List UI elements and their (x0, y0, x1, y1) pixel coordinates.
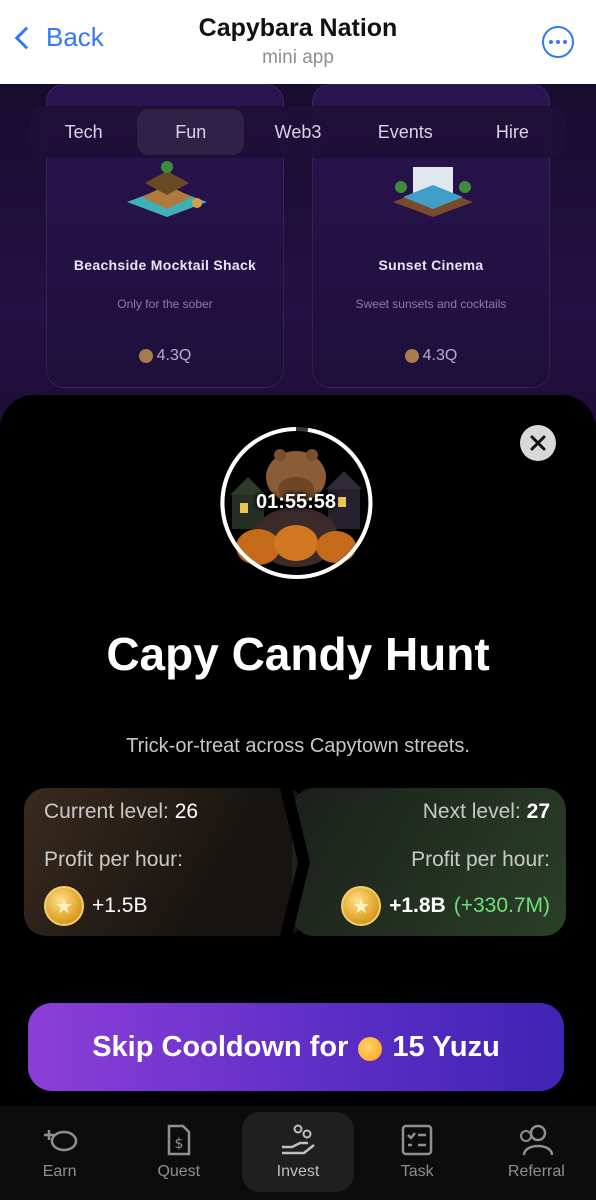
skip-cooldown-prefix: Skip Cooldown for (92, 1030, 349, 1063)
card-title: Beachside Mocktail Shack (73, 257, 257, 273)
app-subtitle: mini app (262, 47, 334, 68)
next-level-row: Next level: 27 (423, 800, 550, 824)
coin-icon (138, 349, 153, 363)
earn-icon (43, 1130, 77, 1152)
upgrade-description: Trick-or-treat across Capytown streets. (126, 735, 470, 757)
skip-cooldown-button[interactable]: Skip Cooldown for 15 Yuzu (28, 1003, 564, 1091)
tab-fun[interactable]: Fun (137, 109, 245, 155)
arrow-divider-icon (280, 788, 310, 936)
sunset-cinema-illustration (393, 167, 473, 217)
app-title: Capybara Nation (198, 14, 398, 42)
task-icon (401, 1124, 433, 1156)
current-profit-value: +1.5B (92, 894, 148, 917)
profit-delta: (+330.7M) (453, 894, 550, 917)
card-description: Sweet sunsets and cocktails (355, 297, 507, 311)
tab-events[interactable]: Events (352, 109, 459, 155)
card-price-value: 4.3Q (156, 347, 192, 364)
nav-invest[interactable]: Invest (241, 1112, 354, 1192)
telegram-header: Back Capybara Nation mini app (0, 0, 596, 84)
category-tabs: Tech Fun Web3 Events Hire (30, 106, 566, 158)
next-level-label: Next level: (422, 800, 521, 823)
nav-task[interactable]: Task (361, 1112, 473, 1192)
coin-icon (404, 349, 419, 363)
more-dot-icon (556, 40, 560, 44)
svg-text:$: $ (174, 1136, 183, 1152)
bottom-nav: Earn $ Quest Invest Task Referral (0, 1106, 596, 1200)
nav-task-label: Task (400, 1163, 434, 1180)
header-title-group: Capybara Nation mini app (0, 14, 596, 69)
coin-icon: ★ (341, 886, 382, 926)
current-level-row: Current level: 26 (44, 800, 198, 824)
nav-referral-label: Referral (507, 1163, 565, 1180)
more-dot-icon (549, 40, 553, 44)
nav-quest-label: Quest (157, 1163, 201, 1180)
close-button[interactable] (520, 425, 556, 461)
card-price: 4.3Q (313, 347, 549, 365)
invest-icon (281, 1124, 315, 1155)
skip-cooldown-suffix: 15 Yuzu (392, 1030, 500, 1063)
card-description: Only for the sober (117, 297, 213, 311)
more-options-button[interactable] (542, 26, 574, 58)
current-level-panel: Current level: 26 Profit per hour: ★ +1.… (24, 788, 306, 936)
tab-tech[interactable]: Tech (30, 109, 137, 155)
cooldown-timer: 01:55:58 (255, 491, 337, 513)
card-price-value: 4.3Q (422, 347, 458, 364)
current-profit-row: ★ +1.5B (44, 886, 147, 926)
more-dot-icon (563, 40, 567, 44)
nav-referral[interactable]: Referral (480, 1112, 592, 1192)
yuzu-icon (358, 1037, 383, 1061)
card-price: 4.3Q (47, 347, 283, 365)
tab-web3[interactable]: Web3 (244, 109, 351, 155)
next-profit-value: +1.8B (389, 894, 446, 917)
nav-invest-label: Invest (276, 1163, 320, 1180)
current-profit-label: Profit per hour: (44, 848, 183, 871)
mocktail-shack-illustration (127, 161, 207, 217)
quest-icon: $ (167, 1124, 191, 1156)
nav-earn-label: Earn (42, 1163, 77, 1180)
next-level-panel: Next level: 27 Profit per hour: ★ +1.8B … (292, 788, 566, 936)
current-level-value: 26 (174, 800, 199, 823)
next-level-value: 27 (526, 800, 550, 823)
card-title: Sunset Cinema (378, 257, 484, 273)
coin-icon: ★ (44, 886, 84, 926)
upgrade-sheet: 01:55:58 Capy Candy Hunt Trick-or-treat … (0, 395, 596, 1110)
capybara-avatar: 01:55:58 (218, 425, 374, 581)
referral-icon (520, 1124, 554, 1156)
tab-hire[interactable]: Hire (459, 109, 566, 155)
current-level-label: Current level: (44, 800, 169, 823)
close-icon (530, 435, 546, 451)
next-profit-row: ★ +1.8B (+330.7M) (341, 886, 550, 926)
next-profit-label: Profit per hour: (411, 848, 550, 871)
nav-quest[interactable]: $ Quest (123, 1112, 235, 1192)
upgrade-title: Capy Candy Hunt (106, 628, 490, 680)
nav-earn[interactable]: Earn (4, 1112, 116, 1192)
